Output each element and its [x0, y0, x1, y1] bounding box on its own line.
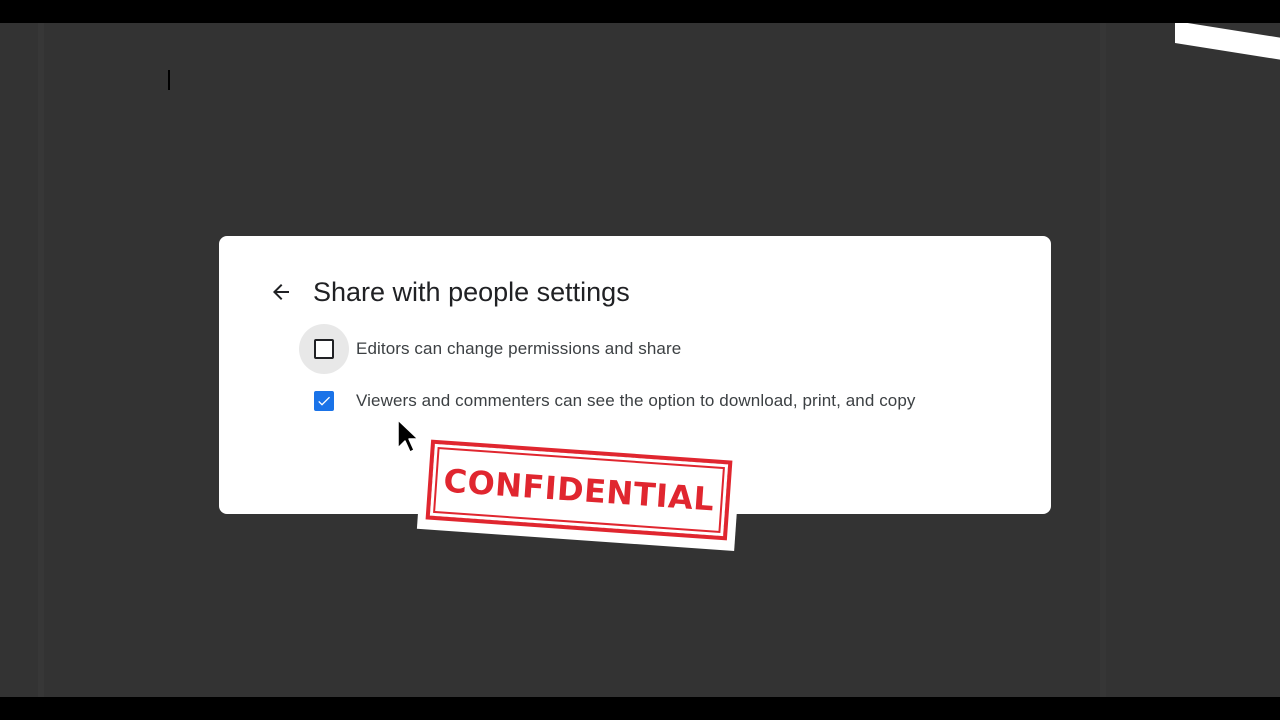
document-backdrop: Share with people settings Editors can c… — [0, 23, 1280, 697]
letterbox-top — [0, 0, 1280, 23]
checkbox-editors-share[interactable] — [299, 324, 349, 374]
checkmark-icon — [318, 396, 330, 406]
page-edge-right — [1100, 23, 1106, 697]
page-edge-left — [38, 23, 44, 697]
stamp-text: CONFIDENTIAL — [442, 461, 716, 519]
text-caret — [168, 70, 170, 90]
checkbox-box — [314, 339, 334, 359]
option-label: Viewers and commenters can see the optio… — [356, 391, 916, 410]
checkbox-viewers-download[interactable] — [299, 376, 349, 426]
dialog-title: Share with people settings — [313, 277, 630, 307]
option-editors-share: Editors can change permissions and share — [299, 324, 682, 374]
arrow-back-icon — [273, 284, 289, 300]
checkbox-box-checked — [314, 391, 334, 411]
option-viewers-download: Viewers and commenters can see the optio… — [299, 379, 916, 423]
stamp-border: CONFIDENTIAL — [425, 439, 733, 541]
letterbox-bottom — [0, 697, 1280, 720]
corner-overlay — [1175, 23, 1280, 62]
option-label: Editors can change permissions and share — [356, 339, 682, 358]
mouse-pointer-icon — [397, 419, 419, 453]
back-button[interactable] — [265, 276, 297, 308]
